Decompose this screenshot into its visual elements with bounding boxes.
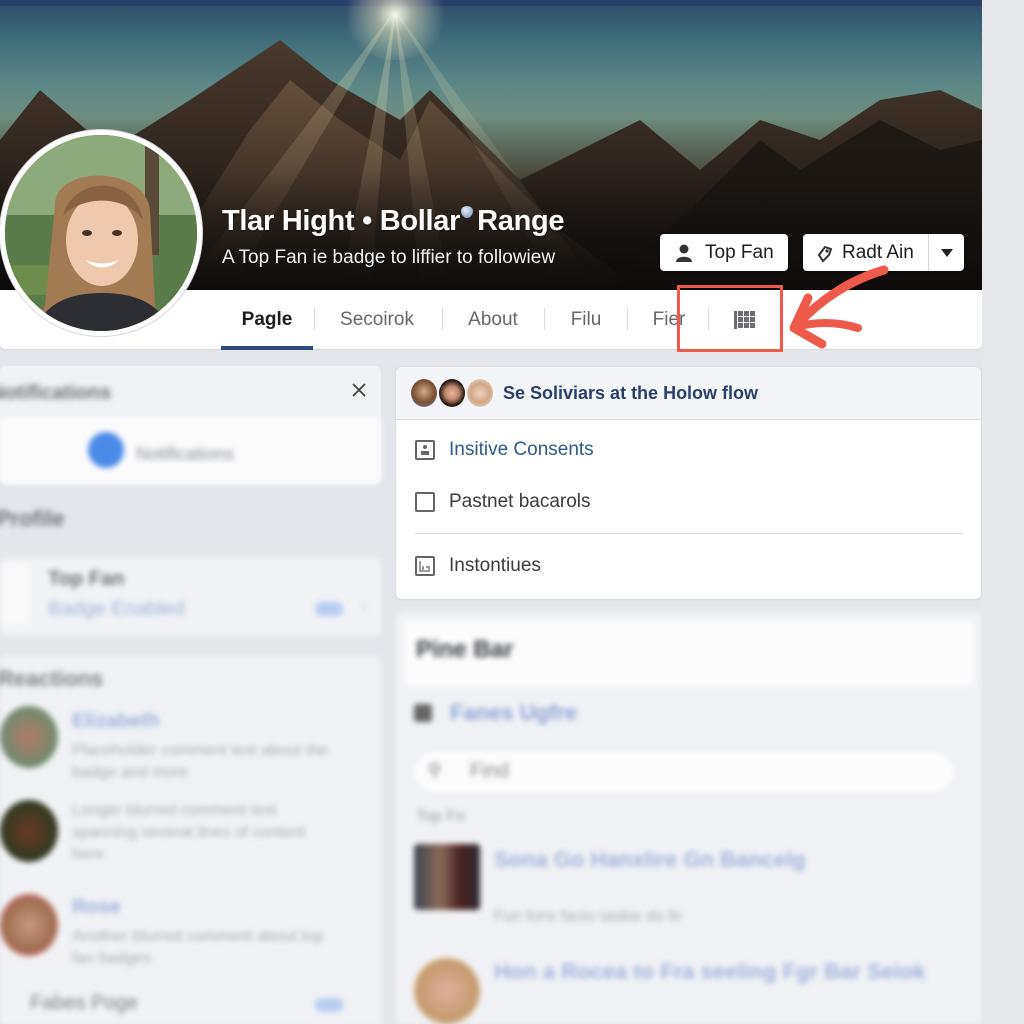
avatar — [0, 706, 58, 768]
tab-divider — [708, 308, 709, 330]
friend-name[interactable]: Rose — [72, 896, 121, 919]
divider — [415, 533, 963, 534]
page-gutter — [982, 0, 1024, 1024]
subsection-label: Top Fo — [416, 808, 465, 825]
friend-comment: Placeholder comment text about the badge… — [72, 742, 329, 781]
pages-card-header: Pine Bar — [404, 620, 974, 686]
avatar — [467, 379, 493, 407]
tab-divider — [314, 308, 315, 330]
notification-header: Notifications — [0, 382, 112, 404]
checkbox-icon[interactable] — [415, 492, 435, 512]
grid-icon — [734, 311, 755, 329]
tag-link-icon — [817, 245, 833, 263]
profile-name: Tlar Hight • Bollar Range — [222, 205, 565, 238]
tab-divider — [544, 308, 545, 330]
left-column: Notifications Notifications Profile Top … — [0, 366, 382, 1024]
page-icon — [414, 704, 432, 722]
profile-page: Tlar Hight • Bollar Range A Top Fan ie ba… — [0, 0, 982, 1024]
thumbnail — [414, 844, 480, 910]
friend-comment: Longer blurred comment text spanning sev… — [72, 802, 306, 863]
top-fan-card-title: Top Fan — [48, 568, 125, 590]
pages-card: Pine Bar Fanes Ugfre ⚲ Find Top Fo Sona … — [396, 612, 982, 1024]
toggle-pill[interactable] — [315, 998, 343, 1012]
feature-card-title: Se Soliviars at the Holow flow — [503, 382, 759, 403]
tab-label: Secoirok — [340, 309, 414, 330]
tab-label: About — [468, 309, 518, 330]
toggle-pill[interactable] — [315, 602, 343, 616]
option-label: Instontiues — [449, 555, 541, 576]
option-insitive-consents[interactable]: Insitive Consents — [415, 439, 594, 461]
radt-ain-split-button: Radt Ain — [803, 234, 964, 271]
radt-ain-button[interactable]: Radt Ain — [803, 234, 928, 271]
tab-divider — [627, 308, 628, 330]
notification-text: Notifications — [136, 444, 235, 464]
profile-name-part2: Range — [477, 205, 565, 237]
pages-card-title: Pine Bar — [416, 636, 514, 663]
profile-avatar[interactable] — [0, 130, 202, 336]
top-fan-card-subtitle: Badge Enabled — [48, 598, 185, 620]
top-fan-card[interactable]: Top Fan Badge Enabled › — [0, 558, 381, 636]
pages-link[interactable]: Fanes Ugfre — [414, 700, 577, 726]
avatar — [0, 894, 58, 956]
tab-label: Filu — [570, 309, 602, 330]
profile-photo — [5, 135, 197, 331]
verified-gem-icon — [461, 206, 474, 218]
tab-about[interactable]: About — [456, 290, 530, 350]
tab-filu[interactable]: Filu — [560, 290, 612, 350]
profile-subtitle: A Top Fan ie badge to liffier to followi… — [222, 247, 556, 268]
item-title[interactable]: Hon a Rocea to Fra seeling Fgr Bar Seiok — [494, 958, 934, 986]
item-title[interactable]: Sona Go Hanxlire Gn Bancelg — [494, 846, 934, 874]
pages-link-label: Fanes Ugfre — [450, 700, 578, 725]
tab-pagle[interactable]: Pagle — [221, 290, 313, 350]
tab-label: Pagle — [241, 309, 293, 330]
image-frame-icon — [415, 556, 435, 576]
option-label: Pastnet bacarols — [449, 491, 591, 512]
caret-down-icon — [940, 248, 953, 257]
radt-ain-label: Radt Ain — [842, 241, 914, 263]
avatar — [439, 379, 465, 407]
option-label: Insitive Consents — [449, 439, 594, 460]
friend-comment: Another blurred comment about top fan ba… — [72, 928, 324, 967]
person-icon — [676, 244, 692, 262]
person-badge-icon — [415, 440, 435, 460]
pages-footer-row[interactable]: Fabes Poge — [0, 984, 381, 1024]
right-lower-panel: Pine Bar Fanes Ugfre ⚲ Find Top Fo Sona … — [396, 612, 982, 1024]
footer-label: Fabes Poge — [30, 992, 138, 1014]
woman-portrait-icon — [5, 135, 197, 331]
profile-name-part1: Tlar Hight • Bollar — [222, 205, 461, 237]
dropdown-caret-button[interactable] — [928, 234, 964, 271]
avatar — [0, 800, 58, 862]
friend-name[interactable]: Elizabeth — [72, 710, 160, 733]
notification-row[interactable]: Notifications — [0, 418, 381, 484]
tab-divider — [442, 308, 443, 330]
reactions-title: Reactions — [0, 666, 104, 691]
tab-label: Fier — [652, 309, 686, 330]
chevron-right-icon: › — [361, 596, 367, 616]
notification-dot-icon — [88, 432, 124, 468]
tab-grid[interactable] — [725, 290, 767, 350]
search-input[interactable]: ⚲ Find — [414, 752, 954, 792]
top-fan-button[interactable]: Top Fan — [660, 234, 788, 271]
avatar — [411, 379, 437, 407]
tab-fier[interactable]: Fier — [644, 290, 694, 350]
search-icon: ⚲ — [428, 760, 442, 780]
feature-card-header[interactable]: Se Soliviars at the Holow flow — [396, 367, 981, 420]
section-title: Profile — [0, 506, 65, 531]
feature-card: Se Soliviars at the Holow flow Insitive … — [396, 367, 981, 599]
badge-icon — [0, 564, 30, 624]
avatar — [414, 958, 480, 1024]
tab-secoirok[interactable]: Secoirok — [328, 290, 426, 350]
item-subtitle: Fun fons facto taskie do fe — [494, 908, 682, 925]
notification-card: Notifications Notifications — [0, 366, 381, 484]
top-fan-label: Top Fan — [705, 241, 774, 263]
close-icon — [352, 383, 366, 397]
option-instontiues[interactable]: Instontiues — [415, 555, 541, 577]
reactions-card: Reactions Elizabeth Placeholder comment … — [0, 656, 381, 1024]
close-button[interactable] — [347, 378, 371, 402]
search-placeholder: Find — [470, 760, 509, 782]
option-pastnet-bacarols[interactable]: Pastnet bacarols — [415, 491, 591, 513]
avatar-stack — [411, 379, 495, 407]
